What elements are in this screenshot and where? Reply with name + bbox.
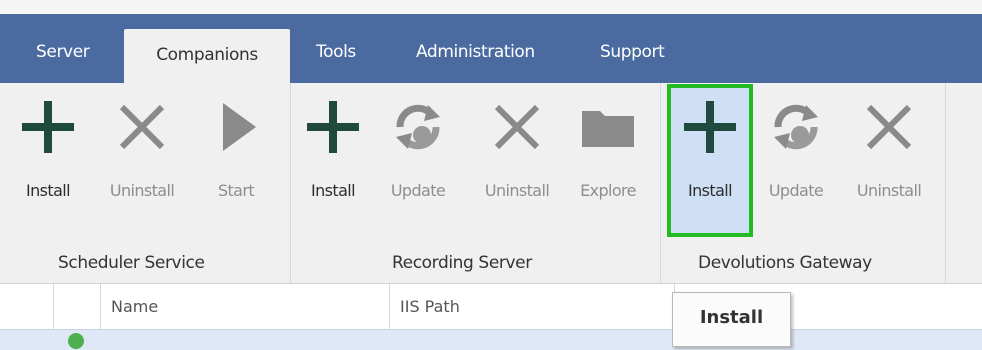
scheduler-install-button[interactable]: Install xyxy=(18,83,78,243)
grid-expander-column xyxy=(0,284,54,329)
tab-tools[interactable]: Tools xyxy=(316,32,356,72)
tab-support[interactable]: Support xyxy=(600,32,665,72)
scheduler-uninstall-button[interactable]: Uninstall xyxy=(98,83,186,243)
data-grid: Name IIS Path xyxy=(0,283,982,350)
table-row[interactable] xyxy=(0,329,982,350)
folder-icon xyxy=(582,111,634,147)
group-label-recording-server: Recording Server xyxy=(392,253,532,273)
update-globe-icon xyxy=(396,104,440,150)
scheduler-start-label: Start xyxy=(217,181,255,200)
install-tooltip: Install xyxy=(672,292,791,347)
plus-icon xyxy=(307,101,359,153)
status-ok-icon xyxy=(68,333,84,349)
tab-server[interactable]: Server xyxy=(36,32,90,72)
group-label-devolutions-gateway: Devolutions Gateway xyxy=(698,253,872,273)
tab-administration[interactable]: Administration xyxy=(416,32,535,72)
recording-uninstall-button[interactable]: Uninstall xyxy=(470,83,564,243)
update-globe-icon xyxy=(774,104,818,150)
scheduler-start-button[interactable]: Start xyxy=(200,83,272,243)
gateway-install-label: Install xyxy=(688,181,733,200)
scheduler-uninstall-label: Uninstall xyxy=(109,181,175,200)
recording-update-button[interactable]: Update xyxy=(374,83,462,243)
tab-companions[interactable]: Companions xyxy=(124,29,290,83)
group-divider xyxy=(290,83,291,283)
column-header-iis-path[interactable]: IIS Path xyxy=(390,284,675,329)
gateway-update-button[interactable]: Update xyxy=(754,83,838,243)
recording-install-button[interactable]: Install xyxy=(302,83,364,243)
group-divider xyxy=(660,83,661,283)
recording-uninstall-label: Uninstall xyxy=(484,181,550,200)
grid-status-column xyxy=(54,284,101,329)
gateway-update-label: Update xyxy=(768,181,824,200)
recording-install-label: Install xyxy=(311,181,356,200)
recording-update-label: Update xyxy=(390,181,446,200)
gateway-install-button[interactable]: Install xyxy=(671,83,749,243)
scheduler-install-label: Install xyxy=(26,181,71,200)
recording-explore-button[interactable]: Explore xyxy=(566,83,650,243)
group-divider xyxy=(945,83,946,283)
gateway-uninstall-button[interactable]: Uninstall xyxy=(842,83,936,243)
x-icon xyxy=(866,104,912,150)
plus-icon xyxy=(684,101,736,153)
play-icon xyxy=(223,103,256,151)
gateway-uninstall-label: Uninstall xyxy=(856,181,922,200)
group-label-scheduler-service: Scheduler Service xyxy=(58,253,205,273)
x-icon xyxy=(494,104,540,150)
x-icon xyxy=(119,104,165,150)
column-header-name[interactable]: Name xyxy=(101,284,390,329)
plus-icon xyxy=(22,101,74,153)
recording-explore-label: Explore xyxy=(580,181,636,200)
